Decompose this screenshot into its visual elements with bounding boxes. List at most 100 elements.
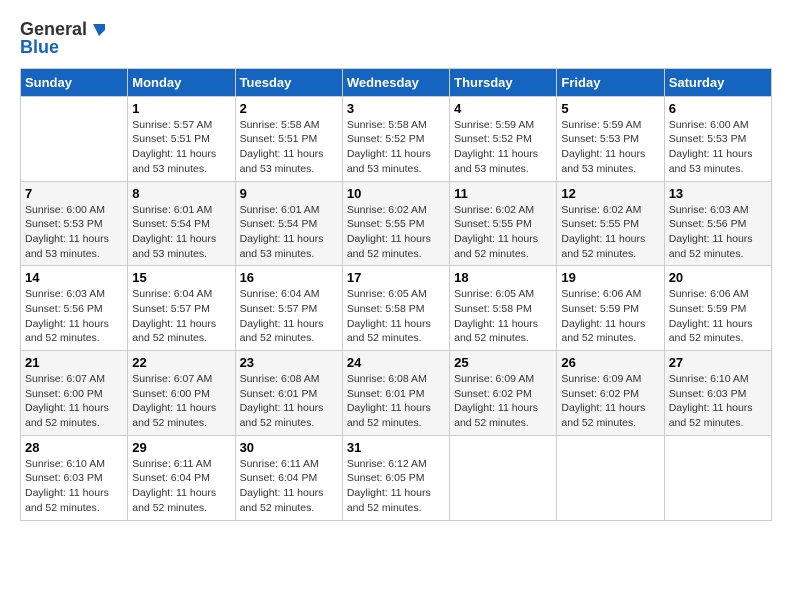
day-info: Sunrise: 6:10 AM Sunset: 6:03 PM Dayligh… — [25, 457, 123, 516]
calendar-cell — [664, 435, 771, 520]
day-number: 23 — [240, 355, 338, 370]
calendar-week-5: 28 Sunrise: 6:10 AM Sunset: 6:03 PM Dayli… — [21, 435, 772, 520]
header-cell-tuesday: Tuesday — [235, 68, 342, 96]
day-number: 8 — [132, 186, 230, 201]
day-info: Sunrise: 6:03 AM Sunset: 5:56 PM Dayligh… — [669, 203, 767, 262]
day-info: Sunrise: 5:59 AM Sunset: 5:52 PM Dayligh… — [454, 118, 552, 177]
day-info: Sunrise: 5:58 AM Sunset: 5:51 PM Dayligh… — [240, 118, 338, 177]
calendar-cell: 4Sunrise: 5:59 AM Sunset: 5:52 PM Daylig… — [450, 96, 557, 181]
day-info: Sunrise: 6:01 AM Sunset: 5:54 PM Dayligh… — [240, 203, 338, 262]
calendar-cell: 11Sunrise: 6:02 AM Sunset: 5:55 PM Dayli… — [450, 181, 557, 266]
calendar-week-1: 1Sunrise: 5:57 AM Sunset: 5:51 PM Daylig… — [21, 96, 772, 181]
day-number: 21 — [25, 355, 123, 370]
calendar-cell: 8 Sunrise: 6:01 AM Sunset: 5:54 PM Daylig… — [128, 181, 235, 266]
day-number: 9 — [240, 186, 338, 201]
calendar-cell: 27 Sunrise: 6:10 AM Sunset: 6:03 PM Dayli… — [664, 351, 771, 436]
day-number: 27 — [669, 355, 767, 370]
calendar-week-2: 7 Sunrise: 6:00 AM Sunset: 5:53 PM Daylig… — [21, 181, 772, 266]
day-info: Sunrise: 6:09 AM Sunset: 6:02 PM Dayligh… — [561, 372, 659, 431]
day-info: Sunrise: 6:07 AM Sunset: 6:00 PM Dayligh… — [132, 372, 230, 431]
calendar-cell: 2 Sunrise: 5:58 AM Sunset: 5:51 PM Daylig… — [235, 96, 342, 181]
day-number: 5 — [561, 101, 659, 116]
day-info: Sunrise: 6:03 AM Sunset: 5:56 PM Dayligh… — [25, 287, 123, 346]
day-info: Sunrise: 6:05 AM Sunset: 5:58 PM Dayligh… — [347, 287, 445, 346]
calendar-cell: 12 Sunrise: 6:02 AM Sunset: 5:55 PM Dayli… — [557, 181, 664, 266]
day-number: 29 — [132, 440, 230, 455]
calendar-cell: 31 Sunrise: 6:12 AM Sunset: 6:05 PM Dayli… — [342, 435, 449, 520]
calendar-cell: 23 Sunrise: 6:08 AM Sunset: 6:01 PM Dayli… — [235, 351, 342, 436]
day-info: Sunrise: 6:02 AM Sunset: 5:55 PM Dayligh… — [454, 203, 552, 262]
day-info: Sunrise: 6:06 AM Sunset: 5:59 PM Dayligh… — [669, 287, 767, 346]
day-number: 25 — [454, 355, 552, 370]
calendar-cell: 30 Sunrise: 6:11 AM Sunset: 6:04 PM Dayli… — [235, 435, 342, 520]
calendar-table: SundayMondayTuesdayWednesdayThursdayFrid… — [20, 68, 772, 521]
day-info: Sunrise: 6:01 AM Sunset: 5:54 PM Dayligh… — [132, 203, 230, 262]
day-number: 24 — [347, 355, 445, 370]
day-info: Sunrise: 6:08 AM Sunset: 6:01 PM Dayligh… — [240, 372, 338, 431]
day-number: 2 — [240, 101, 338, 116]
day-number: 3 — [347, 101, 445, 116]
calendar-cell: 20 Sunrise: 6:06 AM Sunset: 5:59 PM Dayli… — [664, 266, 771, 351]
day-info: Sunrise: 6:09 AM Sunset: 6:02 PM Dayligh… — [454, 372, 552, 431]
day-info: Sunrise: 6:02 AM Sunset: 5:55 PM Dayligh… — [347, 203, 445, 262]
calendar-cell: 17 Sunrise: 6:05 AM Sunset: 5:58 PM Dayli… — [342, 266, 449, 351]
day-number: 30 — [240, 440, 338, 455]
header-cell-sunday: Sunday — [21, 68, 128, 96]
day-info: Sunrise: 6:08 AM Sunset: 6:01 PM Dayligh… — [347, 372, 445, 431]
calendar-cell — [21, 96, 128, 181]
calendar-cell: 14Sunrise: 6:03 AM Sunset: 5:56 PM Dayli… — [21, 266, 128, 351]
day-info: Sunrise: 5:59 AM Sunset: 5:53 PM Dayligh… — [561, 118, 659, 177]
calendar-cell: 10 Sunrise: 6:02 AM Sunset: 5:55 PM Dayli… — [342, 181, 449, 266]
calendar-cell: 7 Sunrise: 6:00 AM Sunset: 5:53 PM Daylig… — [21, 181, 128, 266]
calendar-cell: 16Sunrise: 6:04 AM Sunset: 5:57 PM Dayli… — [235, 266, 342, 351]
calendar-cell: 13 Sunrise: 6:03 AM Sunset: 5:56 PM Dayli… — [664, 181, 771, 266]
header-cell-wednesday: Wednesday — [342, 68, 449, 96]
day-info: Sunrise: 6:04 AM Sunset: 5:57 PM Dayligh… — [240, 287, 338, 346]
day-number: 22 — [132, 355, 230, 370]
day-number: 31 — [347, 440, 445, 455]
logo-chevron-icon — [89, 20, 109, 40]
logo: General Blue — [20, 20, 109, 58]
calendar-cell — [450, 435, 557, 520]
day-number: 19 — [561, 270, 659, 285]
day-number: 28 — [25, 440, 123, 455]
day-info: Sunrise: 6:10 AM Sunset: 6:03 PM Dayligh… — [669, 372, 767, 431]
day-number: 7 — [25, 186, 123, 201]
day-number: 12 — [561, 186, 659, 201]
calendar-cell: 6Sunrise: 6:00 AM Sunset: 5:53 PM Daylig… — [664, 96, 771, 181]
calendar-cell: 26 Sunrise: 6:09 AM Sunset: 6:02 PM Dayli… — [557, 351, 664, 436]
day-info: Sunrise: 6:00 AM Sunset: 5:53 PM Dayligh… — [669, 118, 767, 177]
calendar-cell: 19Sunrise: 6:06 AM Sunset: 5:59 PM Dayli… — [557, 266, 664, 351]
header-cell-monday: Monday — [128, 68, 235, 96]
day-info: Sunrise: 6:11 AM Sunset: 6:04 PM Dayligh… — [240, 457, 338, 516]
day-number: 26 — [561, 355, 659, 370]
day-number: 17 — [347, 270, 445, 285]
calendar-cell: 22 Sunrise: 6:07 AM Sunset: 6:00 PM Dayli… — [128, 351, 235, 436]
day-number: 13 — [669, 186, 767, 201]
calendar-cell: 24 Sunrise: 6:08 AM Sunset: 6:01 PM Dayli… — [342, 351, 449, 436]
logo-text-block: General Blue — [20, 20, 109, 58]
calendar-header-row: SundayMondayTuesdayWednesdayThursdayFrid… — [21, 68, 772, 96]
calendar-cell: 29 Sunrise: 6:11 AM Sunset: 6:04 PM Dayli… — [128, 435, 235, 520]
calendar-week-4: 21 Sunrise: 6:07 AM Sunset: 6:00 PM Dayli… — [21, 351, 772, 436]
calendar-cell: 28 Sunrise: 6:10 AM Sunset: 6:03 PM Dayli… — [21, 435, 128, 520]
calendar-cell: 3 Sunrise: 5:58 AM Sunset: 5:52 PM Daylig… — [342, 96, 449, 181]
calendar-cell: 21 Sunrise: 6:07 AM Sunset: 6:00 PM Dayli… — [21, 351, 128, 436]
day-number: 10 — [347, 186, 445, 201]
calendar-cell: 5 Sunrise: 5:59 AM Sunset: 5:53 PM Daylig… — [557, 96, 664, 181]
calendar-cell: 18Sunrise: 6:05 AM Sunset: 5:58 PM Dayli… — [450, 266, 557, 351]
day-info: Sunrise: 6:02 AM Sunset: 5:55 PM Dayligh… — [561, 203, 659, 262]
calendar-cell — [557, 435, 664, 520]
day-info: Sunrise: 6:07 AM Sunset: 6:00 PM Dayligh… — [25, 372, 123, 431]
day-info: Sunrise: 6:04 AM Sunset: 5:57 PM Dayligh… — [132, 287, 230, 346]
day-info: Sunrise: 6:12 AM Sunset: 6:05 PM Dayligh… — [347, 457, 445, 516]
day-info: Sunrise: 5:58 AM Sunset: 5:52 PM Dayligh… — [347, 118, 445, 177]
header-cell-friday: Friday — [557, 68, 664, 96]
day-info: Sunrise: 6:11 AM Sunset: 6:04 PM Dayligh… — [132, 457, 230, 516]
calendar-cell: 15Sunrise: 6:04 AM Sunset: 5:57 PM Dayli… — [128, 266, 235, 351]
day-info: Sunrise: 6:00 AM Sunset: 5:53 PM Dayligh… — [25, 203, 123, 262]
logo-blue: Blue — [20, 38, 109, 58]
day-number: 1 — [132, 101, 230, 116]
calendar-cell: 25 Sunrise: 6:09 AM Sunset: 6:02 PM Dayli… — [450, 351, 557, 436]
day-number: 20 — [669, 270, 767, 285]
